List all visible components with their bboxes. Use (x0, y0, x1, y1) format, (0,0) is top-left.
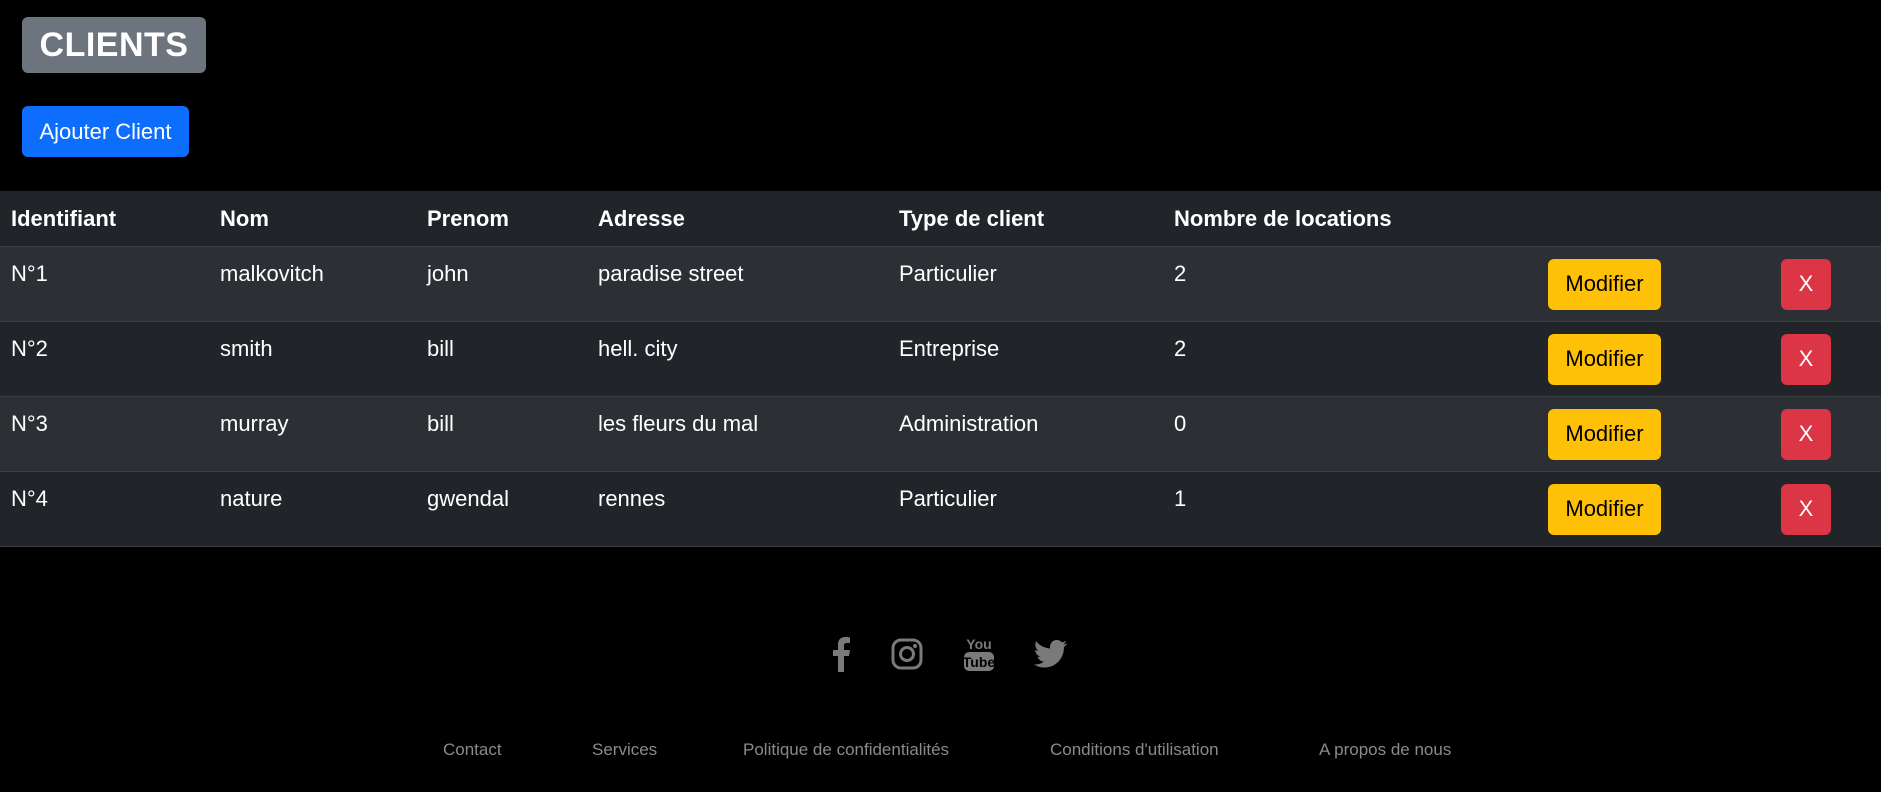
cell-id-text: N°4 (11, 486, 48, 511)
cell-locations-text: 1 (1174, 486, 1187, 511)
modify-button[interactable]: Modifier (1548, 333, 1661, 385)
cell-locations-text: 2 (1174, 336, 1187, 361)
cell-id: N°4 (0, 471, 209, 547)
footer-link-services[interactable]: Services (592, 740, 657, 760)
cell-locations: 2 (1163, 321, 1548, 397)
cell-locations: 2 (1163, 246, 1548, 322)
cell-id-text: N°1 (11, 261, 48, 286)
cell-adresse: paradise street (587, 246, 888, 322)
svg-text:You: You (966, 636, 991, 652)
footer-link-privacy[interactable]: Politique de confidentialités (743, 740, 949, 760)
page-title: CLIENTS (22, 17, 206, 73)
clients-table: Identifiant Nom Prenom Adresse Type de c… (0, 191, 1881, 547)
social-links: You Tube (0, 634, 1881, 676)
delete-button[interactable]: X (1781, 483, 1831, 535)
column-header-locations: Nombre de locations (1163, 191, 1548, 247)
delete-button[interactable]: X (1781, 408, 1831, 460)
cell-adresse: rennes (587, 471, 888, 547)
table-header-row: Identifiant Nom Prenom Adresse Type de c… (0, 191, 1881, 247)
cell-delete: X (1781, 321, 1881, 397)
instagram-icon[interactable] (887, 634, 927, 674)
cell-nom: murray (209, 396, 416, 472)
footer-link-about[interactable]: A propos de nous (1319, 740, 1451, 760)
modify-button[interactable]: Modifier (1548, 483, 1661, 535)
cell-nom: malkovitch (209, 246, 416, 322)
table-row: N°3 murray bill les fleurs du mal Admini… (0, 396, 1881, 472)
cell-modify: Modifier (1548, 321, 1781, 397)
column-header-adresse: Adresse (587, 191, 888, 247)
cell-type: Entreprise (888, 321, 1163, 397)
facebook-icon[interactable] (821, 634, 861, 674)
cell-type-text: Administration (899, 411, 1039, 436)
table-row: N°4 nature gwendal rennes Particulier 1 … (0, 471, 1881, 547)
cell-id: N°1 (0, 246, 209, 322)
cell-type-text: Particulier (899, 261, 997, 286)
column-header-modify (1548, 191, 1781, 247)
cell-id: N°3 (0, 396, 209, 472)
column-header-nom: Nom (209, 191, 416, 247)
cell-delete: X (1781, 396, 1881, 472)
cell-modify: Modifier (1548, 246, 1781, 322)
cell-id-text: N°3 (11, 411, 48, 436)
column-header-prenom: Prenom (416, 191, 587, 247)
cell-adresse-text: paradise street (598, 261, 744, 286)
cell-nom-text: murray (220, 411, 289, 436)
cell-nom: nature (209, 471, 416, 547)
cell-prenom-text: john (427, 261, 469, 286)
cell-modify: Modifier (1548, 396, 1781, 472)
cell-modify: Modifier (1548, 471, 1781, 547)
svg-text:Tube: Tube (963, 654, 995, 670)
cell-locations: 0 (1163, 396, 1548, 472)
cell-type: Particulier (888, 246, 1163, 322)
cell-adresse: les fleurs du mal (587, 396, 888, 472)
cell-adresse-text: rennes (598, 486, 666, 511)
cell-type: Administration (888, 396, 1163, 472)
cell-nom-text: smith (220, 336, 273, 361)
cell-nom: smith (209, 321, 416, 397)
cell-prenom-text: bill (427, 411, 454, 436)
footer-links: Contact Services Politique de confidenti… (0, 740, 1881, 764)
cell-type-text: Entreprise (899, 336, 1000, 361)
delete-button[interactable]: X (1781, 333, 1831, 385)
cell-adresse-text: hell. city (598, 336, 678, 361)
cell-id-text: N°2 (11, 336, 48, 361)
cell-adresse-text: les fleurs du mal (598, 411, 759, 436)
cell-prenom: bill (416, 321, 587, 397)
cell-id: N°2 (0, 321, 209, 397)
cell-prenom: gwendal (416, 471, 587, 547)
footer-link-terms[interactable]: Conditions d'utilisation (1050, 740, 1219, 760)
youtube-icon[interactable]: You Tube (959, 634, 999, 674)
twitter-icon[interactable] (1031, 634, 1071, 674)
cell-prenom: john (416, 246, 587, 322)
cell-prenom-text: gwendal (427, 486, 509, 511)
cell-type-text: Particulier (899, 486, 997, 511)
add-client-button[interactable]: Ajouter Client (22, 106, 189, 157)
column-header-identifiant: Identifiant (0, 191, 209, 247)
footer-link-contact[interactable]: Contact (443, 740, 502, 760)
cell-adresse: hell. city (587, 321, 888, 397)
cell-nom-text: malkovitch (220, 261, 324, 286)
cell-locations: 1 (1163, 471, 1548, 547)
modify-button[interactable]: Modifier (1548, 258, 1661, 310)
modify-button[interactable]: Modifier (1548, 408, 1661, 460)
cell-locations-text: 0 (1174, 411, 1187, 436)
cell-locations-text: 2 (1174, 261, 1187, 286)
table-row: N°2 smith bill hell. city Entreprise 2 M… (0, 321, 1881, 397)
cell-prenom: bill (416, 396, 587, 472)
delete-button[interactable]: X (1781, 258, 1831, 310)
column-header-delete (1781, 191, 1881, 247)
cell-delete: X (1781, 471, 1881, 547)
cell-prenom-text: bill (427, 336, 454, 361)
cell-delete: X (1781, 246, 1881, 322)
cell-type: Particulier (888, 471, 1163, 547)
column-header-type: Type de client (888, 191, 1163, 247)
table-row: N°1 malkovitch john paradise street Part… (0, 246, 1881, 322)
cell-nom-text: nature (220, 486, 283, 511)
